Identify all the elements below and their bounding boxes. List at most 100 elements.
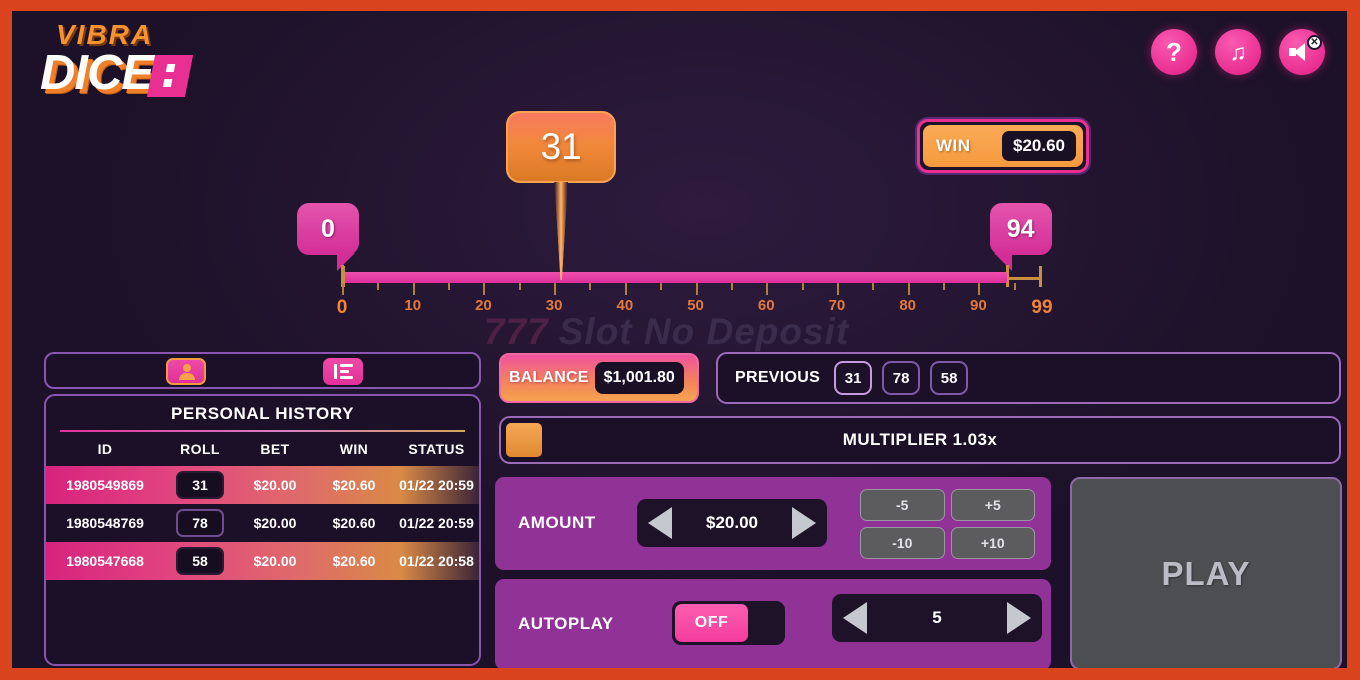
help-button[interactable]: ?: [1151, 29, 1197, 75]
slider-tick: [978, 283, 981, 295]
logo: VIBRA DICE: [40, 19, 194, 100]
multiplier-bar: MULTIPLIER 1.03x: [499, 416, 1341, 464]
play-button-label: PLAY: [1161, 554, 1251, 592]
music-button[interactable]: ♫: [1215, 29, 1261, 75]
win-label: WIN: [936, 136, 971, 155]
amount-value: $20.00: [706, 513, 758, 532]
win-amount: $20.60: [1002, 131, 1076, 161]
history-cell-bet: $20.00: [253, 477, 297, 493]
logo-dice: DICE: [40, 46, 154, 100]
amount-panel: AMOUNT $20.00 -5 +5 -10 +10: [495, 477, 1051, 570]
slider-tick-label: 50: [687, 297, 704, 314]
table-row: 1980547668 58 $20.00 $20.60 01/22 20:58: [46, 542, 479, 580]
top-button-group: ? ♫ ✕: [1151, 29, 1325, 75]
history-roll-chip: 78: [176, 509, 224, 537]
music-note-icon: ♫: [1229, 38, 1247, 65]
handle-tail: [337, 253, 355, 271]
autoplay-count-stepper[interactable]: 5: [832, 594, 1042, 642]
history-tabs: [44, 352, 481, 389]
slider-tick-label: 80: [899, 297, 916, 314]
multiplier-progress-fill: [506, 423, 542, 457]
table-row: 1980549869 31 $20.00 $20.60 01/22 20:59: [46, 466, 479, 504]
amount-quick-button[interactable]: -5: [860, 489, 945, 521]
slider-handle-min[interactable]: 0: [297, 203, 359, 271]
logo-row: DICE: [40, 46, 194, 100]
personal-history-tab[interactable]: [166, 358, 206, 385]
history-cell-win: $20.60: [332, 515, 376, 531]
slider-track-fill: [342, 272, 1007, 283]
amount-quick-button[interactable]: +5: [950, 489, 1035, 521]
balance-value: $1,001.80: [594, 362, 684, 394]
autoplay-toggle-state: OFF: [675, 604, 748, 642]
win-badge: WIN $20.60: [917, 119, 1089, 173]
autoplay-panel: AUTOPLAY OFF 5: [495, 579, 1051, 668]
history-cell-roll: 78: [164, 509, 236, 537]
slider-tick: [377, 283, 380, 290]
history-column-header: ID: [97, 441, 113, 457]
slider-tick: [412, 283, 415, 295]
history-column-header: STATUS: [408, 441, 465, 457]
amount-increase-icon[interactable]: [792, 507, 816, 539]
autoplay-label: AUTOPLAY: [518, 614, 614, 633]
autoplay-increase-icon[interactable]: [1007, 602, 1031, 634]
amount-quick-button[interactable]: +10: [950, 527, 1035, 559]
history-cell-roll: 31: [164, 471, 236, 499]
slider-tick-label: 30: [545, 297, 563, 314]
amount-decrease-icon[interactable]: [648, 507, 672, 539]
previous-chip-list: 31 78 58: [834, 361, 969, 395]
history-cell-bet: $20.00: [253, 515, 297, 531]
amount-stepper[interactable]: $20.00: [637, 499, 827, 547]
all-history-tab[interactable]: [323, 358, 363, 385]
roll-needle-icon: [554, 182, 569, 280]
autoplay-count-value: 5: [932, 608, 942, 627]
previous-roll-chip: 58: [930, 361, 969, 395]
history-cell-status: 01/22 20:58: [399, 553, 474, 569]
previous-roll-chip: 31: [834, 361, 873, 395]
game-frame: 777 Slot No Deposit VIBRA DICE ? ♫ ✕ WIN …: [0, 0, 1360, 680]
slider-tick: [907, 283, 910, 295]
sound-button[interactable]: ✕: [1279, 29, 1325, 75]
play-button[interactable]: PLAY: [1070, 477, 1342, 668]
slider-handle-max[interactable]: 94: [989, 203, 1052, 271]
table-row: 1980548769 78 $20.00 $20.60 01/22 20:59: [46, 504, 479, 542]
slider-tick: [766, 283, 769, 295]
dice-chip-icon: [146, 54, 194, 97]
slider-tick: [554, 283, 557, 295]
previous-label: PREVIOUS: [735, 369, 821, 386]
slider-ticks: [342, 283, 1042, 295]
slider-tick: [342, 283, 344, 295]
history-cell-win: $20.60: [332, 553, 376, 569]
amount-quick-button[interactable]: -10: [860, 527, 945, 559]
history-cell-id: 1980547668: [66, 553, 144, 569]
slider-track[interactable]: 0 10 20 30 40 50 60 70 80 90 99: [337, 266, 1053, 318]
slider-tick: [801, 283, 804, 290]
slider-handle-max-label: 94: [1006, 214, 1035, 243]
autoplay-toggle[interactable]: OFF: [672, 601, 785, 645]
history-body: 1980549869 31 $20.00 $20.60 01/22 20:59 19805…: [46, 466, 479, 580]
history-roll-chip: 58: [176, 547, 224, 575]
slider-tick-label: 99: [1031, 297, 1053, 318]
balance-label: BALANCE: [509, 369, 589, 386]
history-title: PERSONAL HISTORY: [170, 404, 355, 423]
slider-tick: [1013, 283, 1016, 290]
game-stage: 777 Slot No Deposit VIBRA DICE ? ♫ ✕ WIN …: [12, 11, 1347, 668]
slider-tick: [483, 283, 486, 295]
slider-tick: [448, 283, 451, 290]
history-cell-status: 01/22 20:59: [399, 477, 474, 493]
slider-tick-labels: 0 10 20 30 40 50 60 70 80 90 99: [337, 297, 1053, 318]
mute-badge: ✕: [1307, 35, 1322, 50]
autoplay-decrease-icon[interactable]: [843, 602, 867, 634]
slider-tick-label: 90: [970, 297, 987, 314]
history-cell-status: 01/22 20:59: [399, 515, 474, 531]
amount-quick-buttons: -5 +5 -10 +10: [860, 489, 1035, 559]
slider-tick: [872, 283, 875, 290]
history-cell-win: $20.60: [332, 477, 376, 493]
slider-tick-label: 40: [616, 297, 634, 314]
slider-tick-label: 10: [404, 297, 422, 314]
history-cell-id: 1980548769: [66, 515, 144, 531]
slider-tick: [695, 283, 698, 295]
history-cell-roll: 58: [164, 547, 236, 575]
history-cell-id: 1980549869: [66, 477, 144, 493]
slider-tick-label: 60: [757, 297, 775, 314]
person-icon: [178, 363, 195, 380]
